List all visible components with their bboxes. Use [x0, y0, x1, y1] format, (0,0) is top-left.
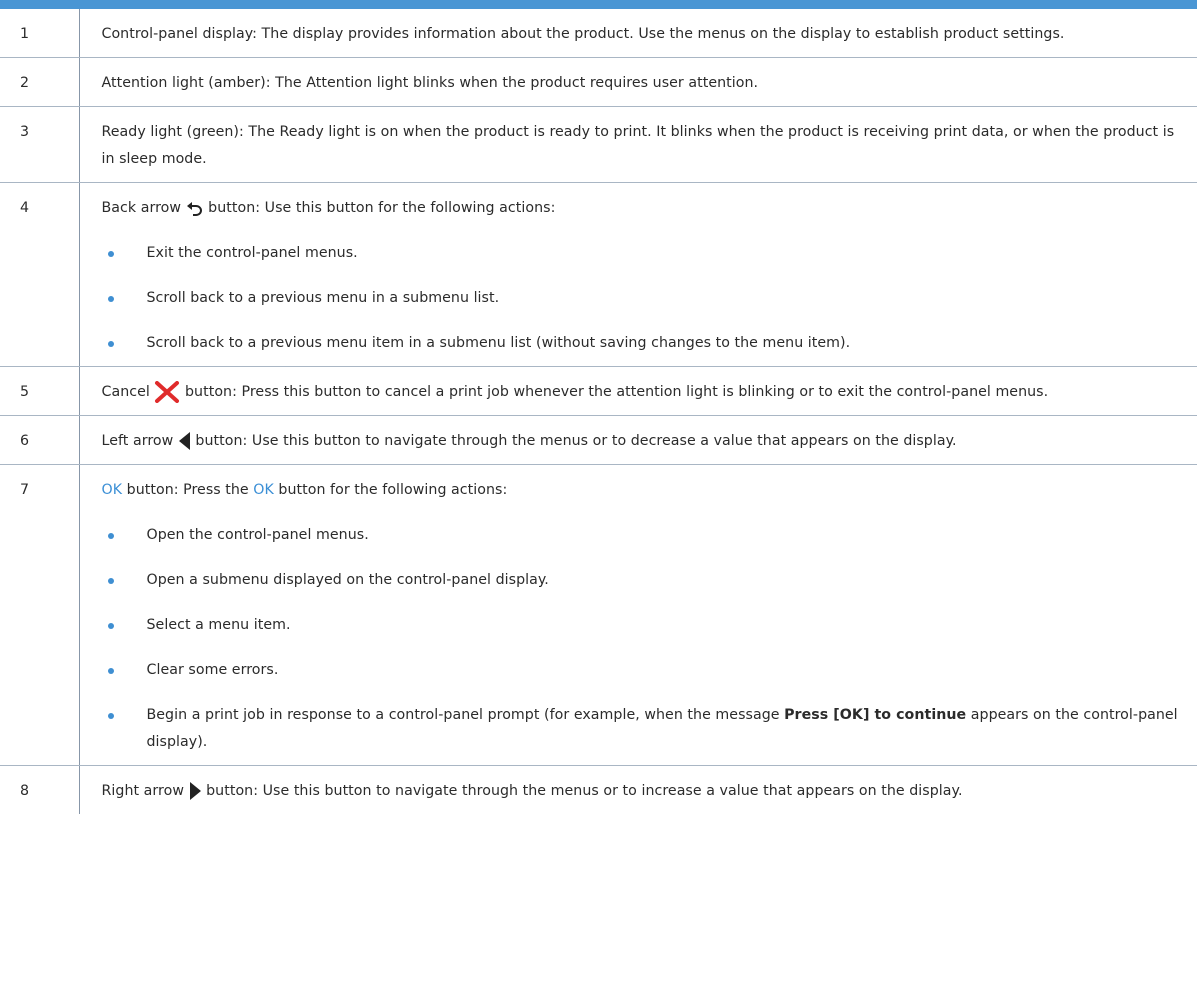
- table-row: 8 Right arrow button: Use this button to…: [0, 765, 1197, 814]
- callout-description: OK button: Press the OK button for the f…: [79, 464, 1197, 766]
- callout-number: 8: [0, 765, 80, 814]
- control-panel-callout-table: 1 Control-panel display: The display pro…: [0, 9, 1197, 814]
- list-item: Open the control-panel menus.: [102, 522, 1190, 549]
- callout-description: Right arrow button: Use this button to n…: [101, 781, 963, 801]
- callout-number: 4: [0, 182, 80, 367]
- callout-description: Cancel button: Press this button to canc…: [79, 366, 1197, 416]
- ok-label: OK: [253, 482, 274, 498]
- callout-number: 6: [0, 415, 80, 465]
- list-item: Select a menu item.: [102, 612, 1190, 639]
- callout-number: 1: [0, 9, 80, 58]
- list-item: Scroll back to a previous menu item in a…: [102, 330, 1190, 357]
- cancel-x-icon: [154, 381, 180, 403]
- left-arrow-icon: [178, 431, 191, 451]
- callout-number: 5: [0, 366, 80, 416]
- callout-description: Back arrow button: Use this button for t…: [79, 182, 1197, 367]
- bullet-list: Open the control-panel menus. Open a sub…: [102, 522, 1190, 756]
- table-row: 3 Ready light (green): The Ready light i…: [0, 106, 1197, 183]
- callout-description: Attention light (amber): The Attention l…: [79, 57, 1197, 107]
- prompt-message: Press [OK] to continue: [784, 707, 967, 723]
- list-item: Exit the control-panel menus.: [102, 240, 1190, 267]
- ok-label: OK: [101, 482, 123, 498]
- callout-description: Ready light (green): The Ready light is …: [79, 106, 1197, 183]
- table-row: 1 Control-panel display: The display pro…: [0, 9, 1197, 58]
- bullet-list: Exit the control-panel menus. Scroll bac…: [102, 240, 1190, 357]
- callout-lead-text: OK button: Press the OK button for the f…: [101, 482, 508, 498]
- list-item: Begin a print job in response to a contr…: [102, 702, 1190, 756]
- top-accent-bar: [0, 0, 1197, 9]
- callout-description: Left arrow button: Use this button to na…: [79, 415, 1197, 465]
- callout-number: 3: [0, 106, 80, 183]
- list-item: Open a submenu displayed on the control-…: [102, 567, 1190, 594]
- table-row: 2 Attention light (amber): The Attention…: [0, 57, 1197, 107]
- callout-description: Control-panel display: The display provi…: [79, 9, 1197, 58]
- callout-number: 7: [0, 464, 80, 766]
- table-row: 6 Left arrow button: Use this button to …: [0, 415, 1197, 465]
- back-arrow-icon: [186, 200, 204, 216]
- list-item: Scroll back to a previous menu in a subm…: [102, 285, 1190, 312]
- table-row: 7 OK button: Press the OK button for the…: [0, 464, 1197, 766]
- table-row: 5 Cancel button: Press this button to ca…: [0, 366, 1197, 416]
- list-item: Clear some errors.: [102, 657, 1190, 684]
- right-arrow-icon: [189, 781, 202, 801]
- callout-number: 2: [0, 57, 80, 107]
- table-row: 4 Back arrow button: Use this button for…: [0, 182, 1197, 367]
- callout-lead-text: Back arrow button: Use this button for t…: [101, 200, 556, 216]
